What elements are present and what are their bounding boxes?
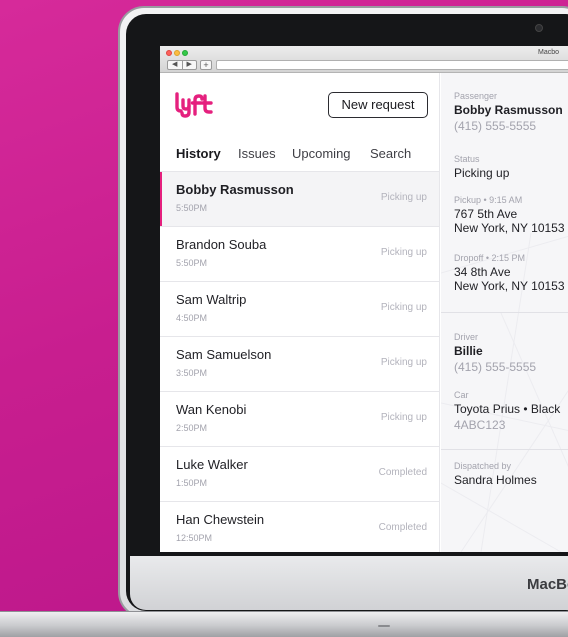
laptop-base bbox=[0, 611, 568, 637]
laptop-notch bbox=[378, 625, 390, 627]
ride-row[interactable]: Bobby Rasmusson 5:50PM Picking up bbox=[160, 171, 439, 226]
ride-time: 1:50PM bbox=[176, 478, 208, 488]
ride-status: Picking up bbox=[380, 412, 427, 423]
status-value: Picking up bbox=[454, 166, 510, 180]
ride-row[interactable]: Brandon Souba 5:50PM Picking up bbox=[160, 226, 439, 281]
passenger-label: Passenger bbox=[454, 91, 498, 101]
minimize-window-button[interactable] bbox=[174, 50, 180, 56]
laptop-chin bbox=[130, 556, 568, 610]
passenger-section: Passenger Bobby Rasmusson (415) 555-5555 bbox=[454, 91, 563, 133]
ride-passenger-name: Wan Kenobi bbox=[176, 402, 247, 417]
lyft-logo[interactable] bbox=[174, 92, 214, 123]
back-button[interactable]: ◀ bbox=[168, 61, 183, 69]
dispatcher-name: Sandra Holmes bbox=[454, 473, 537, 487]
dropoff-section: Dropoff • 2:15 PM 34 8th Ave New York, N… bbox=[454, 253, 565, 293]
dropoff-address-line1: 34 8th Ave bbox=[454, 265, 511, 279]
laptop-brand-label: MacBo bbox=[527, 576, 568, 593]
ride-passenger-name: Luke Walker bbox=[176, 457, 248, 472]
ride-row[interactable]: Sam Waltrip 4:50PM Picking up bbox=[160, 281, 439, 336]
ride-passenger-name: Sam Waltrip bbox=[176, 292, 247, 307]
car-plate: 4ABC123 bbox=[454, 418, 506, 432]
section-divider bbox=[441, 449, 568, 450]
passenger-name: Bobby Rasmusson bbox=[454, 103, 563, 117]
ride-passenger-name: Sam Samuelson bbox=[176, 347, 272, 362]
ride-passenger-name: Bobby Rasmusson bbox=[176, 182, 294, 197]
driver-phone[interactable]: (415) 555-5555 bbox=[454, 360, 536, 374]
new-request-button[interactable]: New request bbox=[328, 92, 428, 118]
ride-row[interactable]: Han Chewstein 12:50PM Completed bbox=[160, 501, 439, 552]
ride-status: Picking up bbox=[380, 302, 427, 313]
ride-list: Bobby Rasmusson 5:50PM Picking up Brando… bbox=[160, 171, 439, 552]
car-section: Car Toyota Prius • Black 4ABC123 bbox=[454, 390, 560, 432]
close-window-button[interactable] bbox=[166, 50, 172, 56]
driver-name: Billie bbox=[454, 344, 483, 358]
driver-section: Driver Billie (415) 555-5555 bbox=[454, 332, 536, 374]
status-label: Status bbox=[454, 154, 480, 164]
maximize-window-button[interactable] bbox=[182, 50, 188, 56]
address-bar[interactable] bbox=[216, 60, 568, 70]
car-model: Toyota Prius • Black bbox=[454, 402, 561, 416]
driver-label: Driver bbox=[454, 332, 478, 342]
rides-panel: New request History Issues Upcoming Sear… bbox=[160, 73, 440, 552]
ride-time: 5:50PM bbox=[176, 258, 208, 268]
ride-time: 4:50PM bbox=[176, 313, 208, 323]
tab-search[interactable]: Search bbox=[370, 146, 411, 161]
new-tab-button[interactable]: + bbox=[200, 60, 212, 70]
ride-status: Completed bbox=[378, 522, 427, 533]
dispatcher-section: Dispatched by Sandra Holmes bbox=[454, 461, 537, 487]
nav-buttons: ◀ ▶ bbox=[167, 60, 197, 70]
dropoff-address-line2: New York, NY 10153 bbox=[454, 279, 565, 293]
pickup-address-line2: New York, NY 10153 bbox=[454, 221, 565, 235]
ride-row[interactable]: Sam Samuelson 3:50PM Picking up bbox=[160, 336, 439, 391]
browser-window: Macbo ◀ ▶ + New request History Issues U… bbox=[160, 46, 568, 552]
dropoff-label: Dropoff • 2:15 PM bbox=[454, 253, 526, 263]
ride-time: 12:50PM bbox=[176, 533, 213, 543]
car-label: Car bbox=[454, 390, 469, 400]
ride-time: 2:50PM bbox=[176, 423, 208, 433]
ride-status: Picking up bbox=[380, 247, 427, 258]
ride-status: Picking up bbox=[380, 192, 427, 203]
tab-issues[interactable]: Issues bbox=[238, 146, 276, 161]
window-title: Macbo bbox=[538, 49, 560, 56]
ride-time: 3:50PM bbox=[176, 368, 208, 378]
section-divider bbox=[441, 312, 568, 313]
passenger-phone[interactable]: (415) 555-5555 bbox=[454, 119, 563, 133]
ride-row[interactable]: Wan Kenobi 2:50PM Picking up bbox=[160, 391, 439, 446]
pickup-address-line1: 767 5th Ave bbox=[454, 207, 518, 221]
pickup-section: Pickup • 9:15 AM 767 5th Ave New York, N… bbox=[454, 195, 565, 235]
lyft-logo-icon bbox=[175, 92, 213, 118]
ride-status: Picking up bbox=[380, 357, 427, 368]
ride-status: Completed bbox=[378, 467, 427, 478]
tab-upcoming[interactable]: Upcoming bbox=[292, 146, 351, 161]
ride-time: 5:50PM bbox=[176, 203, 208, 213]
ride-row[interactable]: Luke Walker 1:50PM Completed bbox=[160, 446, 439, 501]
camera-icon bbox=[535, 24, 543, 32]
dispatched-by-label: Dispatched by bbox=[454, 461, 512, 471]
ride-passenger-name: Han Chewstein bbox=[176, 512, 265, 527]
forward-button[interactable]: ▶ bbox=[183, 61, 197, 69]
window-titlebar: Macbo ◀ ▶ + bbox=[160, 46, 568, 73]
tab-history[interactable]: History bbox=[176, 146, 221, 161]
status-section: Status Picking up bbox=[454, 154, 509, 180]
pickup-label: Pickup • 9:15 AM bbox=[454, 195, 523, 205]
ride-details-panel: Passenger Bobby Rasmusson (415) 555-5555… bbox=[441, 73, 568, 552]
ride-passenger-name: Brandon Souba bbox=[176, 237, 267, 252]
